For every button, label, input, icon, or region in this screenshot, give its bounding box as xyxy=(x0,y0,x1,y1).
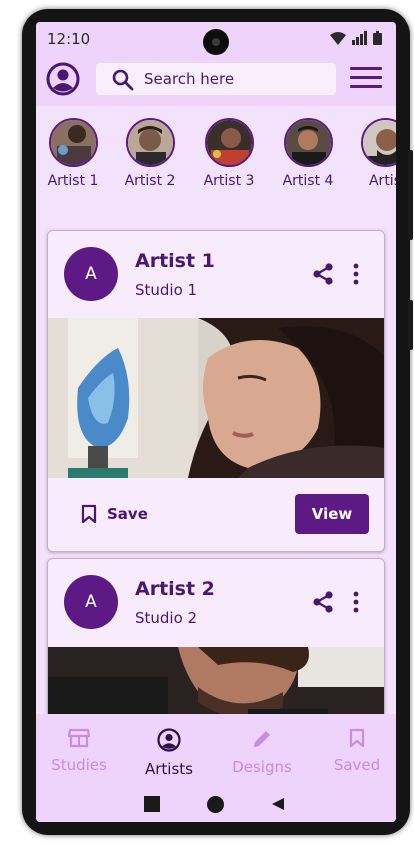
story-avatar xyxy=(360,118,396,167)
save-label: Save xyxy=(107,505,148,523)
nav-label: Designs xyxy=(232,758,292,776)
artist-stories-row[interactable]: Artist 1 Artist 2 Artist 3 Artist 4 Arti… xyxy=(36,118,396,198)
profile-button[interactable] xyxy=(46,62,80,96)
status-icons xyxy=(330,31,382,45)
studio-name: Studio 2 xyxy=(135,609,198,627)
story-artist-3[interactable]: Artist 3 xyxy=(194,118,264,189)
story-label: Artist 3 xyxy=(203,173,255,189)
power-button xyxy=(408,300,413,350)
story-avatar xyxy=(125,118,175,167)
menu-icon[interactable] xyxy=(350,67,384,93)
wifi-icon xyxy=(330,31,346,45)
artist-card[interactable]: A Artist 2 Studio 2 xyxy=(47,558,385,728)
nav-item-artists[interactable]: Artists xyxy=(126,728,212,778)
more-vert-icon[interactable] xyxy=(352,262,360,286)
home-icon[interactable] xyxy=(207,796,224,813)
artist-photo[interactable] xyxy=(48,318,384,478)
story-artist-4[interactable]: Artist 4 xyxy=(273,118,343,189)
story-label: Artist 4 xyxy=(282,173,334,189)
bookmark-icon xyxy=(349,728,365,748)
artist-name: Artist 2 xyxy=(135,578,215,600)
story-artist-2[interactable]: Artist 2 xyxy=(115,118,185,189)
story-avatar xyxy=(48,118,98,167)
bottom-navigation: Studies Artists Designs Saved xyxy=(36,714,396,786)
front-camera xyxy=(203,29,229,55)
store-icon xyxy=(67,728,91,748)
nav-label: Artists xyxy=(145,760,193,778)
signal-icon xyxy=(352,31,367,45)
nav-item-studies[interactable]: Studies xyxy=(36,728,122,774)
studio-name: Studio 1 xyxy=(135,281,198,299)
volume-button xyxy=(408,150,413,240)
share-icon[interactable] xyxy=(312,590,334,614)
avatar: A xyxy=(64,247,118,301)
account-circle-icon xyxy=(46,62,80,96)
story-avatar xyxy=(283,118,333,167)
story-label: Artis xyxy=(368,173,396,189)
nav-item-designs[interactable]: Designs xyxy=(219,728,305,776)
more-vert-icon[interactable] xyxy=(352,590,360,614)
story-avatar xyxy=(204,118,254,167)
share-icon[interactable] xyxy=(312,262,334,286)
nav-label: Saved xyxy=(333,756,381,774)
pencil-icon xyxy=(254,731,270,747)
system-navigation-bar xyxy=(36,786,396,822)
story-artist-5[interactable]: Artis xyxy=(350,118,396,189)
save-button[interactable]: Save xyxy=(81,504,148,524)
story-label: Artist 2 xyxy=(124,173,176,189)
search-icon xyxy=(112,69,134,91)
search-bar[interactable]: Search here xyxy=(96,63,336,95)
nav-item-saved[interactable]: Saved xyxy=(314,728,396,774)
status-time: 12:10 xyxy=(47,30,91,48)
app-screen: 12:10 Search here Artist 1 Artist 2 Arti… xyxy=(36,22,396,822)
nav-label: Studies xyxy=(51,756,107,774)
artist-name: Artist 1 xyxy=(135,250,215,272)
avatar: A xyxy=(64,575,118,629)
account-circle-icon xyxy=(157,728,181,752)
top-app-bar: Search here xyxy=(36,56,396,106)
artist-card[interactable]: A Artist 1 Studio 1 Save View xyxy=(47,230,385,552)
view-button[interactable]: View xyxy=(295,494,369,534)
recents-icon[interactable] xyxy=(144,796,160,812)
search-input[interactable]: Search here xyxy=(144,70,234,88)
status-bar: 12:10 xyxy=(36,22,396,56)
story-label: Artist 1 xyxy=(47,173,99,189)
back-icon[interactable] xyxy=(271,797,285,811)
story-artist-1[interactable]: Artist 1 xyxy=(38,118,108,189)
bookmark-outline-icon xyxy=(81,504,97,524)
battery-icon xyxy=(373,31,382,45)
